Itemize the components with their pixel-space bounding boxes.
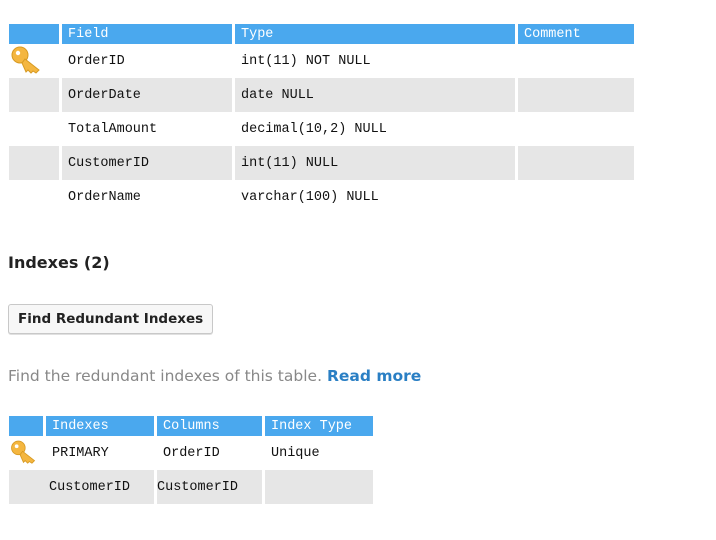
key-cell — [9, 180, 59, 214]
field-comment — [518, 146, 634, 180]
index-columns: OrderID — [163, 445, 220, 461]
indexes-description-text: Find the redundant indexes of this table… — [8, 367, 322, 385]
table-row[interactable]: OrderDate date NULL — [9, 78, 634, 112]
field-type: int(11) NULL — [235, 146, 515, 180]
field-type: varchar(100) NULL — [241, 189, 379, 205]
index-type — [265, 470, 373, 504]
field-name: OrderName — [68, 189, 141, 205]
index-name: PRIMARY — [52, 445, 109, 461]
field-name: CustomerID — [62, 146, 232, 180]
key-cell — [9, 436, 43, 470]
indexes-header-index-type[interactable]: Index Type — [265, 416, 373, 436]
indexes-table: Indexes Columns Index Type PRIMARY Order… — [6, 416, 376, 504]
key-icon — [11, 440, 36, 464]
table-row[interactable]: CustomerID CustomerID — [9, 470, 373, 504]
table-row[interactable]: OrderID int(11) NOT NULL — [9, 44, 634, 78]
key-cell — [9, 44, 59, 78]
key-icon — [11, 46, 40, 74]
field-type: decimal(10,2) NULL — [241, 121, 387, 137]
indexes-header-columns[interactable]: Columns — [157, 416, 262, 436]
table-row[interactable]: CustomerID int(11) NULL — [9, 146, 634, 180]
index-columns: CustomerID — [157, 470, 262, 504]
fields-header-spacer — [9, 24, 59, 44]
indexes-description: Find the redundant indexes of this table… — [8, 367, 421, 385]
fields-header-type[interactable]: Type — [235, 24, 515, 44]
indexes-header-indexes[interactable]: Indexes — [46, 416, 154, 436]
field-type: date NULL — [235, 78, 515, 112]
key-cell — [9, 146, 59, 180]
index-type: Unique — [271, 445, 320, 461]
key-cell — [9, 78, 59, 112]
fields-header-field[interactable]: Field — [62, 24, 232, 44]
indexes-header-row: Indexes Columns Index Type — [9, 416, 373, 436]
field-type: int(11) NOT NULL — [241, 53, 371, 69]
key-cell — [9, 112, 59, 146]
indexes-header-spacer — [9, 416, 43, 436]
field-comment — [518, 112, 634, 146]
indexes-heading: Indexes (2) — [8, 253, 110, 272]
index-name: CustomerID — [9, 470, 154, 504]
field-comment — [518, 78, 634, 112]
table-row[interactable]: OrderName varchar(100) NULL — [9, 180, 634, 214]
fields-table: Field Type Comment OrderID int(11) NOT N… — [6, 24, 637, 214]
field-comment — [518, 44, 634, 78]
fields-header-comment[interactable]: Comment — [518, 24, 634, 44]
field-name: TotalAmount — [68, 121, 158, 137]
fields-header-row: Field Type Comment — [9, 24, 634, 44]
field-name: OrderDate — [62, 78, 232, 112]
read-more-link[interactable]: Read more — [327, 367, 421, 385]
field-name: OrderID — [68, 53, 125, 69]
field-comment — [518, 180, 634, 214]
table-row[interactable]: PRIMARY OrderID Unique — [9, 436, 373, 470]
find-redundant-indexes-button[interactable]: Find Redundant Indexes — [8, 304, 214, 334]
table-row[interactable]: TotalAmount decimal(10,2) NULL — [9, 112, 634, 146]
